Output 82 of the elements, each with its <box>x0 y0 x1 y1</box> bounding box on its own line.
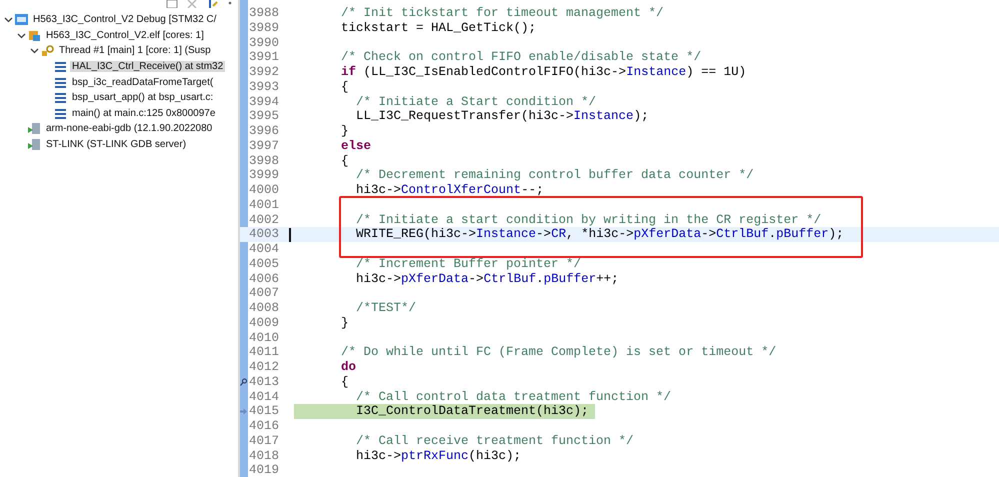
debug-tree-item[interactable]: main() at main.c:125 0x800097e <box>70 108 218 119</box>
line-number: 3988 <box>248 6 280 21</box>
line-number: 4005 <box>248 256 280 272</box>
arrow-icon <box>240 408 247 416</box>
stack-frame-icon <box>54 76 67 89</box>
line-number: 4015 <box>248 404 280 419</box>
line-number: 3992 <box>248 65 280 80</box>
code-line: tickstart = HAL_GetTick(); <box>340 20 536 36</box>
ide-icon <box>15 13 28 26</box>
code-line: { <box>340 154 349 168</box>
expand-toggle[interactable] <box>30 46 39 56</box>
line-number: 4001 <box>248 198 280 212</box>
code-line: LL_I3C_RequestTransfer(hi3c->Instance); <box>355 109 649 124</box>
line-number: 3995 <box>248 109 280 124</box>
line-number: 4014 <box>248 390 280 404</box>
thread-icon <box>41 44 54 58</box>
process-icon <box>28 122 41 136</box>
cursor-marker-icon <box>289 228 291 242</box>
code-line: /*TEST*/ <box>355 301 416 316</box>
line-number: 3989 <box>248 20 280 36</box>
line-number: 4012 <box>248 360 280 375</box>
line-number: 4018 <box>248 448 280 464</box>
expand-toggle[interactable] <box>17 30 26 40</box>
line-number: 3996 <box>248 124 280 139</box>
line-number: 3997 <box>248 138 280 154</box>
debug-tree-item[interactable]: ST-LINK (ST-LINK GDB server) <box>44 139 188 150</box>
code-line: /* Decrement remaining control buffer data counter */ <box>355 168 754 183</box>
code-line: /* Initiate a Start condition */ <box>355 94 596 110</box>
stack-frame-icon <box>54 60 67 74</box>
code-line: { <box>340 80 349 94</box>
debug-tree-item[interactable]: HAL_I3C_Ctrl_Receive() at stm32 <box>70 61 226 72</box>
code-line: /* Call receive treatment function */ <box>355 434 634 448</box>
stack-frame-icon <box>54 91 67 104</box>
code-line: /* Call control data treatment function */ <box>355 390 672 404</box>
line-number: 3993 <box>248 80 280 94</box>
process-icon <box>28 138 41 152</box>
line-number: 3990 <box>248 36 280 50</box>
code-line: hi3c->ControlXferCount--; <box>355 183 544 198</box>
line-number: 4011 <box>248 345 280 360</box>
code-line: hi3c->ptrRxFunc(hi3c); <box>355 448 522 464</box>
line-number: 4013 <box>248 374 280 390</box>
debug-tree-item[interactable]: bsp_i3c_readDataFromeTarget( <box>70 76 216 88</box>
code-line: hi3c->pXferData->CtrlBuf.pBuffer++; <box>355 272 619 286</box>
line-number: 3998 <box>248 154 280 168</box>
line-number: 4004 <box>248 242 280 257</box>
line-number: 4000 <box>248 183 280 198</box>
code-line: } <box>340 124 349 139</box>
code-line: do <box>340 360 356 375</box>
line-number: 4010 <box>248 330 280 346</box>
line-number: 4008 <box>248 301 280 316</box>
line-number: 3991 <box>248 50 280 65</box>
line-number: 4017 <box>248 434 280 448</box>
code-line: } <box>340 316 349 330</box>
code-line: /* Check on control FIFO enable/disable state */ <box>340 50 702 65</box>
code-line: else <box>340 138 372 154</box>
line-number: 3999 <box>248 168 280 183</box>
line-number: 4009 <box>248 316 280 330</box>
collapse-icon[interactable] <box>166 0 178 8</box>
code-editor[interactable] <box>240 0 999 477</box>
code-line: WRITE_REG(hi3c->Instance->CR, *hi3c->pXferData->CtrlBuf.pBuffer); <box>355 227 844 242</box>
line-number: 4007 <box>248 286 280 301</box>
stack-frame-icon <box>54 106 67 120</box>
line-number: 4003 <box>248 227 280 242</box>
line-number: 4006 <box>248 272 280 286</box>
code-line: if (LL_I3C_IsEnabledControlFIFO(hi3c->Instance) == 1U) <box>340 65 746 80</box>
code-line: /* Do while until FC (Frame Complete) is set or timeout */ <box>340 345 776 360</box>
code-line: { <box>340 374 349 390</box>
binary-icon <box>28 28 41 42</box>
debug-tree-item[interactable]: Thread #1 [main] 1 [core: 1] (Susp <box>57 45 213 56</box>
line-number: 4016 <box>248 419 280 434</box>
debug-tree-item[interactable]: arm-none-eabi-gdb (12.1.90.2022080 <box>44 123 214 134</box>
line-number: 4019 <box>248 463 280 477</box>
line-number: 4002 <box>248 212 280 228</box>
debug-tree-item[interactable]: H563_I3C_Control_V2.elf [cores: 1] <box>44 30 206 41</box>
code-line: /* Init tickstart for timeout management */ <box>340 6 664 21</box>
code-line: /* Increment Buffer pointer */ <box>355 256 582 272</box>
expand-toggle[interactable] <box>4 15 13 24</box>
debug-tree-item[interactable]: H563_I3C_Control_V2 Debug [STM32 C/ <box>31 14 218 26</box>
line-number: 3994 <box>248 94 280 110</box>
debug-tree-item[interactable]: bsp_usart_app() at bsp_usart.c: <box>70 92 216 104</box>
code-line: /* Initiate a start condition by writing in the CR register */ <box>355 212 822 228</box>
step-icon[interactable] <box>206 0 220 8</box>
